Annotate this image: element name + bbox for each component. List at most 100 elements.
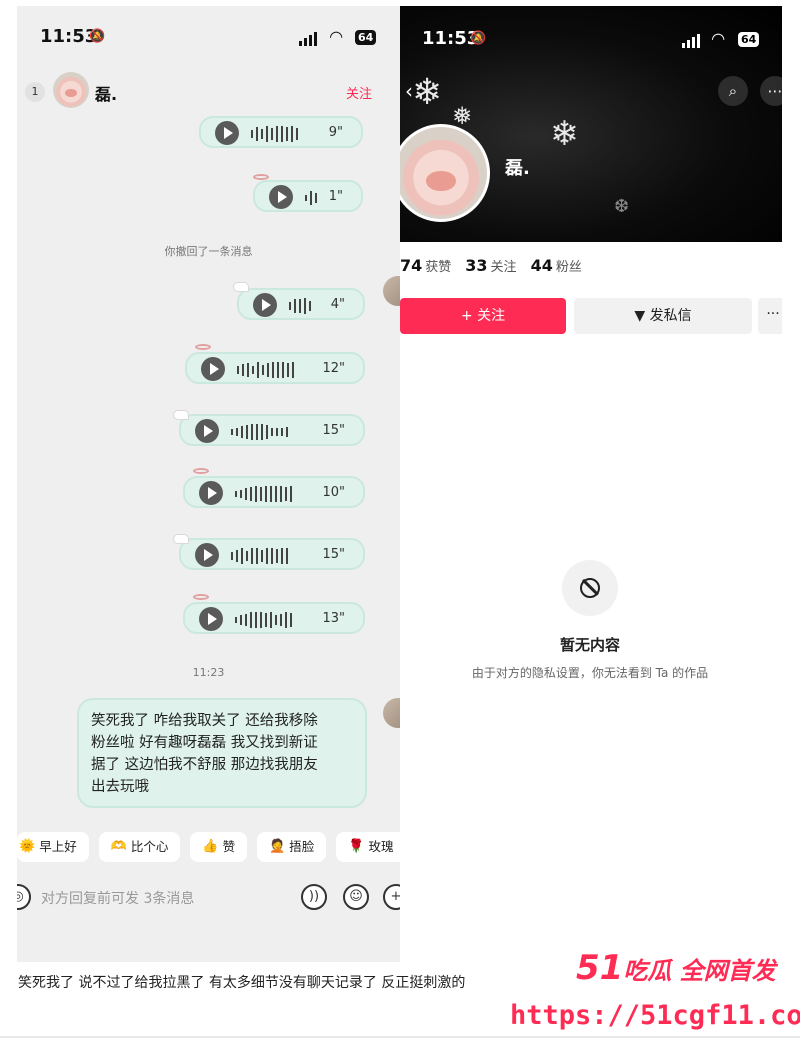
status-bar: 11:53 🔕 ◠ 64 [17, 6, 400, 68]
thumbs-up-icon: 👍 [202, 839, 219, 854]
profile-stats: 74 获赞 33 关注 44 粉丝 [400, 256, 582, 280]
play-icon[interactable] [215, 121, 239, 145]
voice-message[interactable]: 12" [185, 344, 365, 384]
emoji-icon[interactable]: ☺ [343, 884, 369, 910]
halo-decoration [193, 594, 209, 600]
waveform [237, 362, 294, 378]
send-message-button[interactable]: ▼ 发私信 [574, 298, 752, 334]
avatar[interactable] [53, 72, 89, 108]
wifi-icon: ◠ [712, 29, 725, 48]
snowflake-icon: ❄ [550, 114, 579, 154]
quick-reply-chip[interactable]: 🤦 捂脸 [257, 832, 327, 862]
voice-message[interactable]: 9" [199, 116, 363, 148]
voice-message[interactable]: 1" [253, 174, 363, 212]
search-icon[interactable]: ⌕ [718, 76, 748, 106]
voice-duration: 15" [322, 547, 345, 562]
waveform [289, 298, 311, 314]
signal-icon [299, 32, 317, 46]
stat-value: 74 [400, 256, 423, 275]
send-icon: ▼ [634, 308, 650, 324]
stat-likes[interactable]: 74 获赞 [400, 256, 451, 275]
waveform [231, 548, 288, 564]
chat-contact-name[interactable]: 磊. [95, 81, 117, 105]
voice-input-icon[interactable]: )) [301, 884, 327, 910]
quick-reply-chip[interactable]: 🌞 早上好 [17, 832, 89, 862]
play-icon[interactable] [199, 481, 223, 505]
recall-notice: 你撤回了一条消息 [164, 245, 253, 258]
empty-title: 暂无内容 [559, 636, 620, 654]
text-message[interactable]: 笑死我了 咋给我取关了 还给我移除 粉丝啦 好有趣呀磊磊 我又找到新证 据了 这… [77, 698, 367, 808]
profile-name: 磊. [505, 158, 530, 179]
voice-message[interactable]: 4" [233, 282, 365, 320]
text-message-content: 笑死我了 咋给我取关了 还给我移除 粉丝啦 好有趣呀磊磊 我又找到新证 据了 这… [91, 713, 318, 795]
voice-message[interactable]: 10" [183, 468, 365, 508]
caption-text: 笑死我了 说不过了给我拉黑了 有太多细节没有聊天记录了 反正挺刺激的 [18, 975, 466, 991]
plus-icon[interactable]: + [383, 884, 400, 910]
follow-profile-button[interactable]: + 关注 [400, 298, 566, 334]
play-icon[interactable] [195, 419, 219, 443]
divider [0, 1036, 800, 1038]
stat-label: 获赞 [425, 260, 452, 275]
chat-screen: 11:53 🔕 ◠ 64 1 磊. 关注 9" 1" 你撤回了一条消息 4" 1… [17, 6, 400, 962]
facepalm-icon: 🤦 [269, 839, 286, 854]
my-avatar[interactable] [383, 276, 400, 306]
empty-description: 由于对方的隐私设置，你无法看到 Ta 的作品 [471, 666, 709, 680]
wing-decoration [173, 534, 189, 544]
quick-reply-label: 玫瑰 [368, 839, 394, 854]
watermark-text: 吃瓜 全网首发 [623, 957, 776, 985]
voice-message[interactable]: 13" [183, 594, 365, 634]
profile-more-button[interactable]: ··· [758, 298, 782, 334]
voice-message[interactable]: 15" [173, 410, 365, 446]
waveform [235, 612, 292, 628]
message-input-bar: ◎ 对方回复前可发 3条消息 )) ☺ + [17, 878, 400, 918]
chat-header: 1 磊. 关注 [17, 68, 400, 114]
profile-avatar[interactable] [400, 124, 490, 222]
voice-duration: 12" [322, 361, 345, 376]
halo-decoration [193, 468, 209, 474]
back-unread-count[interactable]: 1 [25, 82, 45, 102]
play-icon[interactable] [199, 607, 223, 631]
battery-indicator: 64 [355, 30, 377, 45]
watermark-url: https://51cgf11.com [510, 1000, 800, 1031]
message-input[interactable]: 对方回复前可发 3条消息 [41, 888, 194, 908]
wing-decoration [173, 410, 189, 420]
play-icon[interactable] [253, 293, 277, 317]
quick-replies: 🌞 早上好 🫶 比个心 👍 赞 🤦 捂脸 🌹 玫瑰 [17, 832, 400, 866]
profile-cover: 11:53 🔕 ◠ 64 ❄ ❅ ❄ ❆ ‹ ⌕ ⋯ 磊. [400, 6, 782, 242]
play-icon[interactable] [269, 185, 293, 209]
stat-followers[interactable]: 44 粉丝 [531, 256, 582, 275]
voice-duration: 10" [322, 485, 345, 500]
sun-icon: 🌞 [19, 839, 36, 854]
wing-decoration [233, 282, 249, 292]
message-timestamp: 11:23 [192, 666, 225, 679]
quick-reply-label: 赞 [222, 839, 236, 854]
profile-screen: 11:53 🔕 ◠ 64 ❄ ❅ ❄ ❆ ‹ ⌕ ⋯ 磊. 74 获赞 33 关注 … [400, 6, 782, 962]
stat-following[interactable]: 33 关注 [465, 256, 516, 275]
voice-duration: 9" [328, 125, 343, 140]
halo-decoration [195, 344, 211, 350]
heart-hands-icon: 🫶 [110, 839, 127, 854]
blocked-icon [562, 560, 618, 616]
mute-bell-icon: 🔕 [89, 29, 106, 44]
quick-reply-chip[interactable]: 🌹 玫瑰 [336, 832, 400, 862]
battery-indicator: 64 [738, 32, 760, 47]
waveform [231, 424, 288, 440]
watermark-brand: 51吃瓜 全网首发 [576, 948, 776, 988]
mute-bell-icon: 🔕 [470, 31, 487, 46]
send-message-label: 发私信 [649, 308, 692, 324]
watermark-number: 51 [576, 948, 624, 988]
voice-message[interactable]: 15" [173, 534, 365, 570]
stat-value: 44 [530, 256, 553, 275]
camera-icon[interactable]: ◎ [17, 884, 31, 910]
stat-label: 关注 [490, 260, 517, 275]
quick-reply-chip[interactable]: 👍 赞 [190, 832, 248, 862]
my-avatar[interactable] [383, 698, 400, 728]
rose-icon: 🌹 [348, 839, 365, 854]
more-icon[interactable]: ⋯ [760, 76, 782, 106]
quick-reply-chip[interactable]: 🫶 比个心 [98, 832, 181, 862]
play-icon[interactable] [201, 357, 225, 381]
halo-decoration [253, 174, 269, 180]
play-icon[interactable] [195, 543, 219, 567]
follow-button[interactable]: 关注 [346, 83, 372, 102]
stat-label: 粉丝 [555, 260, 582, 275]
